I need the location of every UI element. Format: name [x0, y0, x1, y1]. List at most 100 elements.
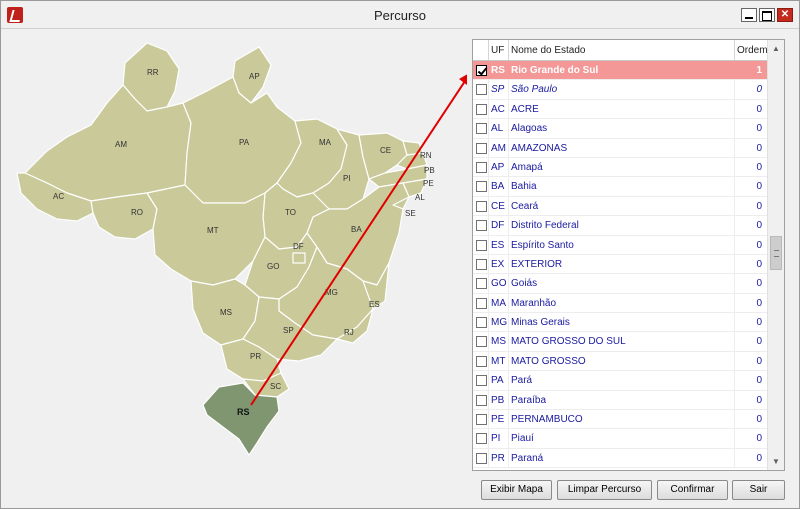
cell-order: 0 — [735, 216, 768, 235]
cell-state-name: Pará — [509, 371, 735, 390]
state-df[interactable] — [292, 252, 306, 264]
table-row[interactable]: GO Goiás 0 — [473, 274, 768, 294]
row-checkbox[interactable] — [476, 84, 487, 96]
close-icon[interactable]: ✕ — [777, 8, 793, 22]
scroll-up-icon[interactable]: ▲ — [768, 40, 784, 57]
table-row[interactable]: AL Alagoas 0 — [473, 119, 768, 139]
row-checkbox[interactable] — [476, 220, 487, 232]
table-row[interactable]: RS Rio Grande do Sul 1 — [473, 61, 768, 81]
row-checkbox-cell — [473, 448, 489, 468]
table-row[interactable]: PA Pará 0 — [473, 371, 768, 391]
table-row[interactable]: CE Ceará 0 — [473, 196, 768, 217]
table-row[interactable]: SP São Paulo 0 — [473, 80, 768, 100]
cell-uf: ES — [489, 235, 509, 254]
map-label-ma: MA — [319, 138, 332, 147]
cell-uf: RS — [489, 61, 509, 80]
cell-uf: AL — [489, 119, 509, 138]
map-label-rr: RR — [147, 68, 159, 77]
row-checkbox[interactable] — [476, 181, 487, 193]
table-row[interactable]: MT MATO GROSSO 0 — [473, 351, 768, 372]
cell-state-name: São Paulo — [509, 80, 735, 99]
cell-order: 0 — [735, 80, 768, 99]
row-checkbox[interactable] — [476, 142, 487, 154]
cell-state-name: Minas Gerais — [509, 313, 735, 332]
table-row[interactable]: ES Espírito Santo 0 — [473, 235, 768, 255]
sair-button[interactable]: Sair — [732, 480, 785, 500]
state-ro[interactable] — [90, 192, 158, 240]
table-row[interactable]: PR Paraná 0 — [473, 448, 768, 469]
map-label-rs: RS — [237, 407, 250, 417]
table-row[interactable]: EX EXTERIOR 0 — [473, 254, 768, 275]
states-grid[interactable]: UF Nome do Estado Ordem RS Rio Grande do … — [472, 39, 785, 471]
grid-scrollbar[interactable]: ▲ ▼ — [767, 40, 784, 470]
cell-order: 0 — [735, 196, 768, 216]
cell-order: 1 — [735, 61, 768, 80]
maximize-icon[interactable] — [759, 8, 775, 22]
table-row[interactable]: PI Piauí 0 — [473, 429, 768, 449]
cell-order: 0 — [735, 410, 768, 429]
cell-state-name: Rio Grande do Sul — [509, 61, 735, 80]
scroll-thumb[interactable] — [770, 236, 782, 270]
cell-uf: PB — [489, 390, 509, 410]
row-checkbox-cell — [473, 429, 489, 448]
cell-state-name: Paraíba — [509, 390, 735, 410]
row-checkbox[interactable] — [476, 103, 487, 115]
row-checkbox[interactable] — [476, 65, 487, 76]
exibir-mapa-button[interactable]: Exibir Mapa — [481, 480, 552, 500]
table-row[interactable]: PE PERNAMBUCO 0 — [473, 410, 768, 430]
limpar-percurso-button[interactable]: Limpar Percurso — [557, 480, 652, 500]
cell-order: 0 — [735, 235, 768, 254]
cell-uf: DF — [489, 216, 509, 235]
scroll-down-icon[interactable]: ▼ — [768, 453, 784, 470]
table-row[interactable]: DF Distrito Federal 0 — [473, 216, 768, 236]
row-checkbox[interactable] — [476, 375, 487, 387]
row-checkbox-cell — [473, 390, 489, 410]
percurso-window: Percurso ✕ RR AP AM PA MA CE RN PB PE AL… — [0, 0, 800, 509]
map-label-ac: AC — [53, 192, 64, 201]
row-checkbox-cell — [473, 332, 489, 351]
table-row[interactable]: AM AMAZONAS 0 — [473, 138, 768, 158]
table-row[interactable]: MS MATO GROSSO DO SUL 0 — [473, 332, 768, 352]
cell-state-name: Paraná — [509, 448, 735, 468]
table-row[interactable]: PB Paraíba 0 — [473, 390, 768, 411]
table-row[interactable]: AC ACRE 0 — [473, 99, 768, 120]
row-checkbox[interactable] — [476, 297, 487, 309]
cell-uf: MG — [489, 313, 509, 332]
row-checkbox[interactable] — [476, 433, 487, 445]
map-label-rn: RN — [420, 151, 432, 160]
header-state-name[interactable]: Nome do Estado — [509, 40, 735, 60]
row-checkbox[interactable] — [476, 200, 487, 212]
table-row[interactable]: MA Maranhão 0 — [473, 293, 768, 314]
map-label-sp: SP — [283, 326, 294, 335]
brazil-map-svg: RR AP AM PA MA CE RN PB PE AL SE PI AC R… — [16, 42, 467, 457]
map-label-es: ES — [369, 300, 380, 309]
map-label-mt: MT — [207, 226, 219, 235]
row-checkbox[interactable] — [476, 123, 487, 135]
row-checkbox[interactable] — [476, 394, 487, 406]
confirmar-button[interactable]: Confirmar — [657, 480, 728, 500]
row-checkbox[interactable] — [476, 336, 487, 348]
table-row[interactable]: MG Minas Gerais 0 — [473, 313, 768, 333]
window-controls: ✕ — [741, 8, 793, 22]
header-order[interactable]: Ordem — [735, 40, 768, 60]
row-checkbox[interactable] — [476, 452, 487, 464]
map-label-pb: PB — [424, 166, 435, 175]
cell-state-name: Bahia — [509, 177, 735, 196]
row-checkbox[interactable] — [476, 414, 487, 426]
row-checkbox-cell — [473, 410, 489, 429]
header-uf[interactable]: UF — [489, 40, 509, 60]
row-checkbox[interactable] — [476, 161, 487, 173]
row-checkbox[interactable] — [476, 355, 487, 367]
table-row[interactable]: AP Amapá 0 — [473, 157, 768, 178]
cell-uf: PR — [489, 448, 509, 468]
map-label-pr: PR — [250, 352, 261, 361]
row-checkbox[interactable] — [476, 317, 487, 329]
row-checkbox-cell — [473, 371, 489, 390]
table-row[interactable]: BA Bahia 0 — [473, 177, 768, 197]
row-checkbox[interactable] — [476, 258, 487, 270]
cell-order: 0 — [735, 138, 768, 157]
minimize-icon[interactable] — [741, 8, 757, 22]
row-checkbox[interactable] — [476, 239, 487, 251]
cell-state-name: Amapá — [509, 157, 735, 177]
row-checkbox[interactable] — [476, 278, 487, 290]
